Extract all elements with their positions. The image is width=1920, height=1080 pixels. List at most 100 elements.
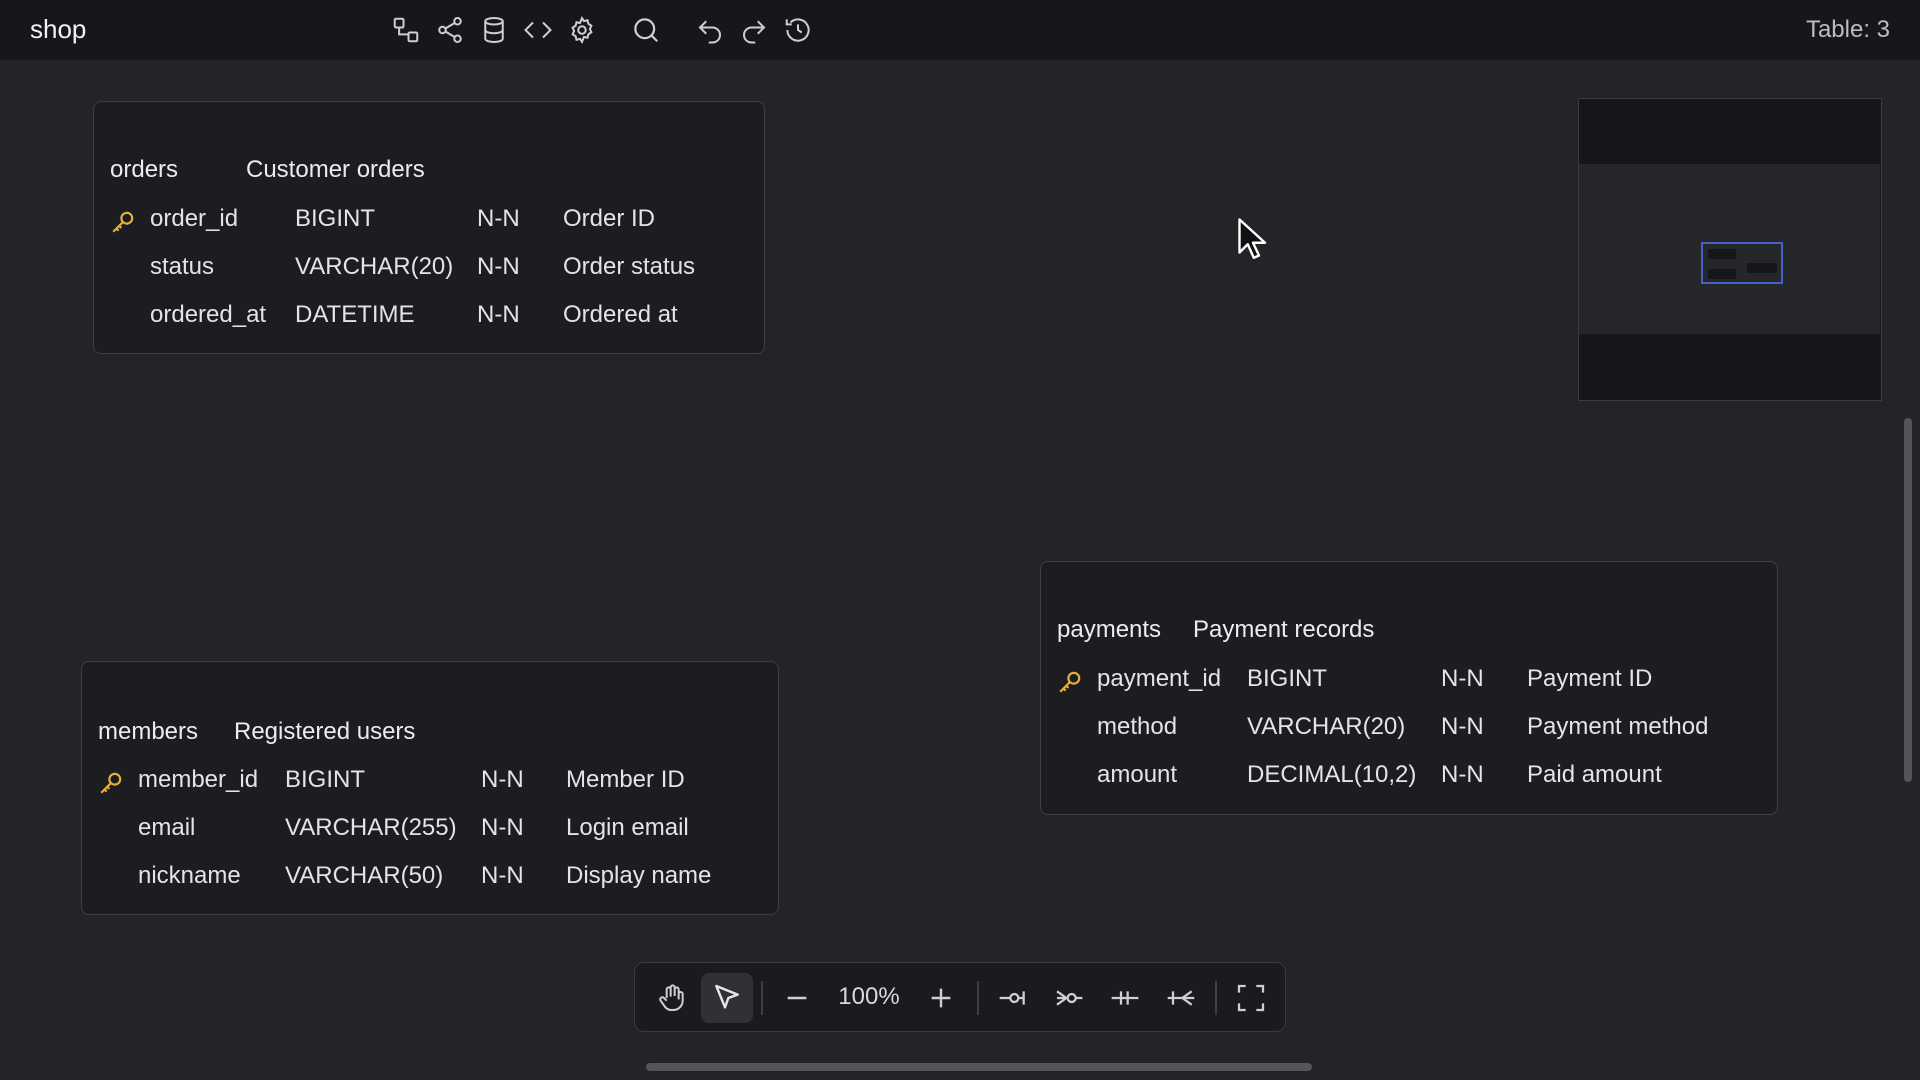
zoom-out-button[interactable] <box>773 973 821 1023</box>
relation-one-many-icon <box>1167 990 1195 1006</box>
column-type[interactable]: BIGINT <box>285 766 365 794</box>
column-comment[interactable]: Order ID <box>563 205 655 233</box>
erd-editor: shop Table: 3 orders Customer orders ord… <box>0 0 1920 1080</box>
canvas-toolbar: 100% <box>634 962 1286 1032</box>
table-name[interactable]: members <box>98 718 234 746</box>
table-comment[interactable]: Customer orders <box>246 156 425 184</box>
column-row[interactable]: nickname VARCHAR(50) N-N Display name <box>98 862 764 894</box>
column-nullability[interactable]: N-N <box>1441 761 1484 789</box>
column-name[interactable]: payment_id <box>1097 665 1221 693</box>
column-nullability[interactable]: N-N <box>477 301 520 329</box>
column-row[interactable]: payment_id BIGINT N-N Payment ID <box>1057 665 1763 697</box>
relation-zero-many-button[interactable] <box>1045 973 1093 1023</box>
table-comment[interactable]: Payment records <box>1193 616 1374 644</box>
column-nullability[interactable]: N-N <box>477 253 520 281</box>
app-title[interactable]: shop <box>30 14 86 45</box>
code-button[interactable] <box>516 8 560 52</box>
minimap[interactable] <box>1578 98 1882 401</box>
column-type[interactable]: DECIMAL(10,2) <box>1247 761 1416 789</box>
column-name[interactable]: member_id <box>138 766 258 794</box>
search-button[interactable] <box>624 8 668 52</box>
horizontal-scrollbar[interactable] <box>646 1063 1312 1071</box>
zoom-level[interactable]: 100% <box>829 983 909 1011</box>
undo-button[interactable] <box>688 8 732 52</box>
settings-button[interactable] <box>560 8 604 52</box>
zoom-in-icon <box>931 988 951 1008</box>
column-row[interactable]: amount DECIMAL(10,2) N-N Paid amount <box>1057 761 1763 793</box>
column-row[interactable]: status VARCHAR(20) N-N Order status <box>110 253 750 285</box>
top-bar: shop Table: 3 <box>0 0 1920 60</box>
mouse-cursor-icon <box>1238 218 1267 259</box>
table-comment[interactable]: Registered users <box>234 718 415 746</box>
column-nullability[interactable]: N-N <box>481 862 524 890</box>
column-name[interactable]: order_id <box>150 205 238 233</box>
column-nullability[interactable]: N-N <box>1441 665 1484 693</box>
column-type[interactable]: BIGINT <box>295 205 375 233</box>
table-header: members Registered users <box>98 718 415 746</box>
diagram-icon <box>393 17 419 43</box>
database-button[interactable] <box>472 8 516 52</box>
table-header: orders Customer orders <box>110 156 425 184</box>
gear-icon <box>571 15 593 45</box>
undo-icon <box>698 20 721 44</box>
column-name[interactable]: status <box>150 253 214 281</box>
relation-one-one-icon <box>1111 991 1139 1005</box>
fullscreen-button[interactable] <box>1227 973 1275 1023</box>
divider <box>761 981 763 1015</box>
column-nullability[interactable]: N-N <box>1441 713 1484 741</box>
key-icon <box>1059 671 1081 693</box>
column-type[interactable]: VARCHAR(20) <box>1247 713 1405 741</box>
hand-tool-button[interactable] <box>647 973 697 1023</box>
column-type[interactable]: VARCHAR(255) <box>285 814 457 842</box>
column-row[interactable]: email VARCHAR(255) N-N Login email <box>98 814 764 846</box>
relation-one-one-button[interactable] <box>1101 973 1149 1023</box>
relation-one-many-button[interactable] <box>1157 973 1205 1023</box>
column-comment[interactable]: Display name <box>566 862 711 890</box>
column-type[interactable]: VARCHAR(20) <box>295 253 453 281</box>
column-comment[interactable]: Member ID <box>566 766 685 794</box>
share-button[interactable] <box>428 8 472 52</box>
redo-button[interactable] <box>732 8 776 52</box>
column-comment[interactable]: Payment ID <box>1527 665 1652 693</box>
column-comment[interactable]: Paid amount <box>1527 761 1662 789</box>
column-comment[interactable]: Login email <box>566 814 689 842</box>
table-orders[interactable]: orders Customer orders order_id BIGINT N… <box>93 101 765 354</box>
column-name[interactable]: email <box>138 814 195 842</box>
zoom-in-button[interactable] <box>917 973 965 1023</box>
diagram-button[interactable] <box>384 8 428 52</box>
table-payments[interactable]: payments Payment records payment_id BIGI… <box>1040 561 1778 815</box>
column-name[interactable]: ordered_at <box>150 301 266 329</box>
column-type[interactable]: VARCHAR(50) <box>285 862 443 890</box>
table-name[interactable]: payments <box>1057 616 1193 644</box>
table-header: payments Payment records <box>1057 616 1374 644</box>
select-tool-button[interactable] <box>701 973 753 1023</box>
column-row[interactable]: member_id BIGINT N-N Member ID <box>98 766 764 798</box>
column-row[interactable]: method VARCHAR(20) N-N Payment method <box>1057 713 1763 745</box>
column-comment[interactable]: Order status <box>563 253 695 281</box>
column-type[interactable]: DATETIME <box>295 301 415 329</box>
history-button[interactable] <box>776 8 820 52</box>
table-members[interactable]: members Registered users member_id BIGIN… <box>81 661 779 915</box>
pointer-icon <box>715 984 739 1009</box>
column-nullability[interactable]: N-N <box>477 205 520 233</box>
column-name[interactable]: amount <box>1097 761 1177 789</box>
column-name[interactable]: method <box>1097 713 1177 741</box>
column-row[interactable]: order_id BIGINT N-N Order ID <box>110 205 750 237</box>
column-comment[interactable]: Ordered at <box>563 301 678 329</box>
column-nullability[interactable]: N-N <box>481 814 524 842</box>
column-comment[interactable]: Payment method <box>1527 713 1708 741</box>
vertical-scrollbar[interactable] <box>1904 418 1912 782</box>
history-icon <box>785 18 810 42</box>
fullscreen-icon <box>1237 984 1265 1012</box>
column-row[interactable]: ordered_at DATETIME N-N Ordered at <box>110 301 750 333</box>
divider <box>977 981 979 1015</box>
code-icon <box>524 21 552 39</box>
redo-icon <box>743 20 766 44</box>
column-name[interactable]: nickname <box>138 862 241 890</box>
table-name[interactable]: orders <box>110 156 246 184</box>
key-icon <box>100 772 122 794</box>
column-type[interactable]: BIGINT <box>1247 665 1327 693</box>
relation-zero-one-button[interactable] <box>989 973 1037 1023</box>
minimap-viewport[interactable] <box>1701 242 1783 284</box>
column-nullability[interactable]: N-N <box>481 766 524 794</box>
